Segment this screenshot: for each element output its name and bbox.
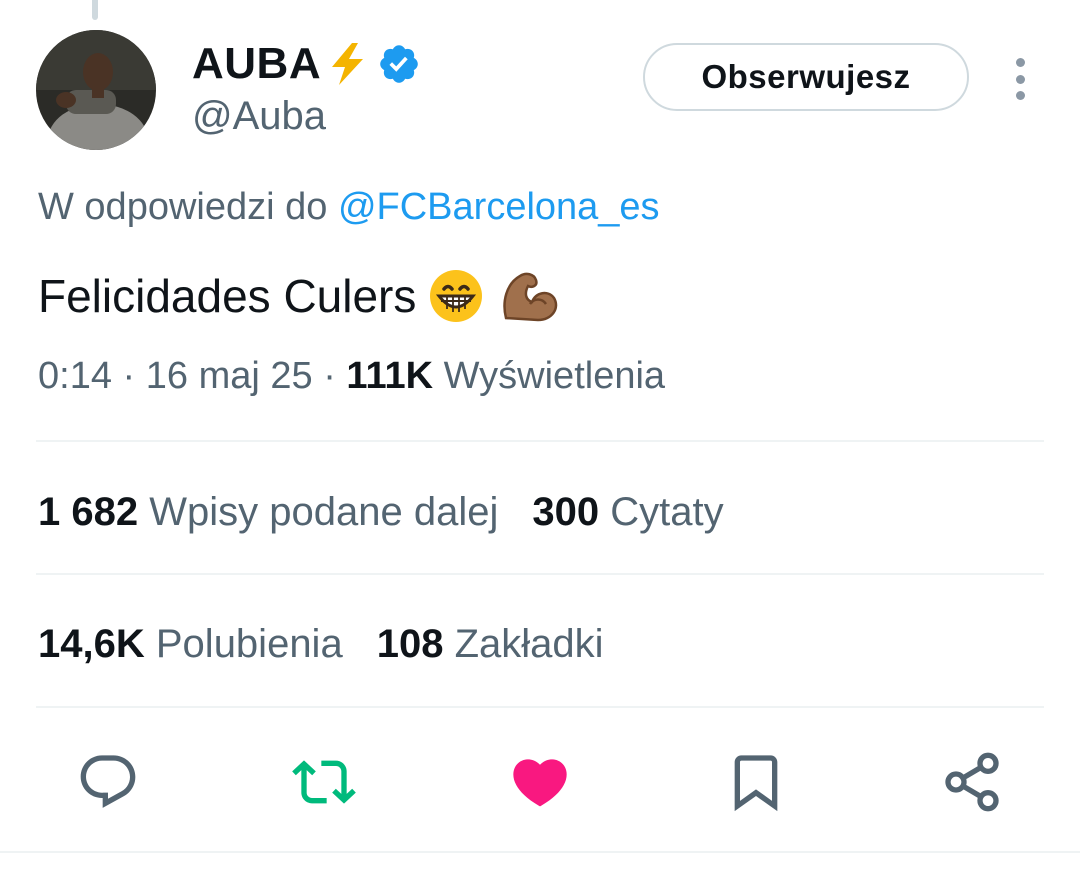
lightning-emoji-icon — [325, 41, 369, 87]
likes-label: Polubienia — [155, 622, 343, 666]
author-handle[interactable]: @Auba — [192, 94, 326, 139]
quotes-count: 300 — [532, 490, 600, 534]
share-icon — [945, 752, 999, 812]
reply-context: W odpowiedzi do @FCBarcelona_es — [38, 186, 660, 229]
quotes-stat[interactable]: 300 Cytaty — [532, 490, 723, 534]
following-button[interactable]: Obserwujesz — [643, 43, 969, 111]
tweet-meta: 0:14 · 16 maj 25 · 111K Wyświetlenia — [38, 355, 665, 398]
bookmarks-count: 108 — [376, 622, 444, 666]
flexed-biceps-emoji-icon — [496, 268, 560, 324]
more-options-icon[interactable] — [1005, 58, 1035, 100]
like-icon — [513, 759, 567, 807]
bookmark-icon — [734, 755, 778, 812]
bookmarks-label: Zakładki — [454, 622, 604, 666]
tweet-text-content: Felicidades Culers — [38, 270, 417, 322]
bookmark-button[interactable] — [722, 748, 790, 816]
tweet-date[interactable]: 16 maj 25 — [146, 355, 313, 397]
divider — [36, 706, 1044, 708]
reply-icon — [80, 755, 136, 808]
reposts-label: Wpisy podane dalej — [149, 490, 499, 534]
reposts-stat[interactable]: 1 682 Wpisy podane dalej — [38, 490, 498, 534]
bookmarks-stat[interactable]: 108 Zakładki — [377, 622, 604, 666]
stats-row-likes: 14,6K Polubienia 108 Zakładki — [38, 622, 604, 667]
views-label: Wyświetlenia — [443, 355, 666, 397]
stats-row-reposts: 1 682 Wpisy podane dalej 300 Cytaty — [38, 490, 724, 535]
like-button[interactable] — [506, 748, 574, 816]
reply-button[interactable] — [74, 748, 142, 816]
verified-badge-icon[interactable] — [377, 42, 421, 86]
likes-count: 14,6K — [38, 622, 145, 666]
meta-separator: · — [122, 355, 136, 397]
avatar[interactable] — [36, 30, 156, 150]
reposts-count: 1 682 — [38, 490, 139, 534]
views-count: 111K — [346, 355, 434, 397]
author-name-row[interactable]: AUBA — [192, 38, 421, 90]
display-name[interactable]: AUBA — [192, 39, 321, 89]
grinning-face-emoji-icon — [428, 268, 484, 324]
thread-connector-line — [92, 0, 98, 20]
likes-stat[interactable]: 14,6K Polubienia — [38, 622, 343, 666]
bottom-divider — [0, 851, 1080, 853]
repost-button[interactable] — [290, 748, 358, 816]
reply-mention-link[interactable]: @FCBarcelona_es — [338, 186, 660, 228]
share-button[interactable] — [938, 748, 1006, 816]
reply-context-prefix: W odpowiedzi do — [38, 186, 328, 228]
divider — [36, 440, 1044, 442]
quotes-label: Cytaty — [610, 490, 724, 534]
tweet-text: Felicidades Culers — [38, 268, 560, 324]
repost-icon — [292, 760, 356, 804]
meta-separator: · — [323, 355, 336, 397]
divider — [36, 573, 1044, 575]
tweet-time[interactable]: 0:14 — [38, 355, 112, 397]
